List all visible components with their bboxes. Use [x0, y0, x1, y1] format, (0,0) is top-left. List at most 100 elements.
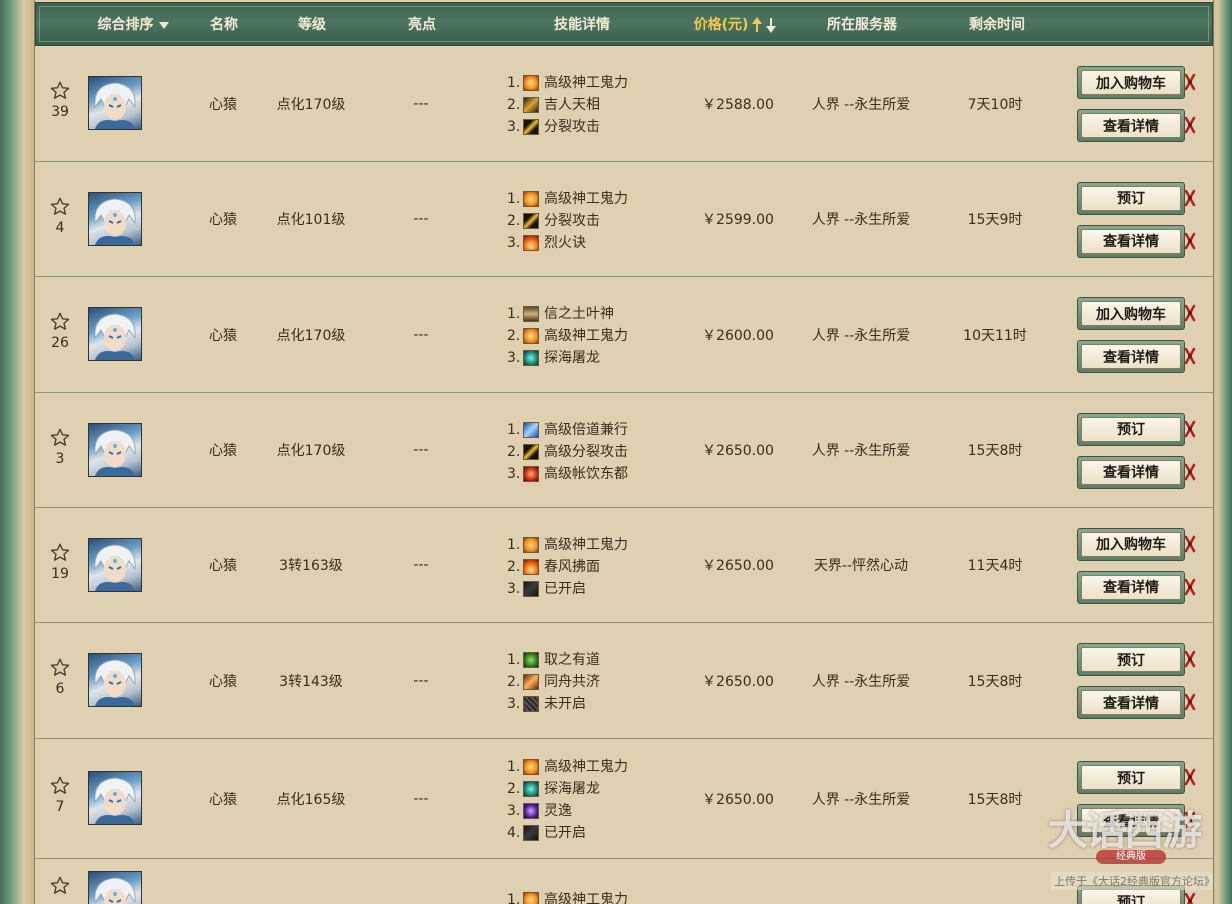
reserve-button[interactable]: 预订: [1077, 761, 1196, 794]
time-header: 剩余时间: [969, 17, 1025, 33]
skill-item[interactable]: 3. 烈火诀: [507, 232, 687, 254]
skill-item[interactable]: 2. 同舟共济: [507, 671, 687, 693]
table-row: 39 心猿 点化170级 --- 1. 高级神工鬼力 2. 吉人天相 3. 分裂攻击 ￥2588.0…: [35, 46, 1213, 162]
star-icon[interactable]: [45, 542, 75, 564]
skill-list: 1. 高级神工鬼力: [507, 889, 687, 904]
skill-item[interactable]: 1. 高级倍道兼行: [507, 419, 687, 441]
sort-descending-icon[interactable]: [766, 17, 777, 33]
skill-item[interactable]: 1. 信之土叶神: [507, 303, 687, 325]
character-avatar[interactable]: [88, 422, 142, 477]
reserve-button[interactable]: 预订: [1077, 643, 1196, 676]
star-icon[interactable]: [45, 80, 75, 102]
character-name: [193, 859, 253, 904]
skill-item[interactable]: 1. 高级神工鬼力: [507, 889, 687, 904]
skill-item[interactable]: 1. 高级神工鬼力: [507, 534, 687, 556]
skill-item[interactable]: 3. 高级帐饮东都: [507, 463, 687, 485]
red-tassel-icon: [1184, 189, 1196, 207]
star-icon[interactable]: [45, 875, 75, 897]
view-details-button[interactable]: 查看详情: [1077, 804, 1196, 837]
reserve-button[interactable]: 预订: [1077, 885, 1196, 904]
favorite-toggle[interactable]: 39: [45, 80, 75, 120]
skill-number: 2.: [507, 781, 521, 797]
skill-item[interactable]: 2. 分裂攻击: [507, 210, 687, 232]
price-sort-header[interactable]: 价格(元): [680, 3, 790, 47]
add-to-cart-button[interactable]: 加入购物车: [1077, 527, 1196, 561]
star-icon[interactable]: [45, 657, 75, 679]
favorite-toggle[interactable]: 7: [45, 775, 75, 815]
favorite-toggle[interactable]: 26: [45, 311, 75, 351]
skill-item[interactable]: 2. 高级神工鬼力: [507, 325, 687, 347]
favorite-toggle[interactable]: 6: [45, 657, 75, 697]
view-details-button[interactable]: 查看详情: [1077, 340, 1196, 373]
favorite-toggle[interactable]: 3: [45, 427, 75, 467]
add-to-cart-button[interactable]: 加入购物车: [1077, 297, 1196, 330]
dark-slot-icon: [523, 825, 539, 841]
character-avatar[interactable]: [88, 653, 142, 707]
view-details-button[interactable]: 查看详情: [1077, 109, 1196, 142]
red-tassel-icon: [1184, 693, 1196, 711]
earth-figure-icon: [523, 306, 539, 322]
sort-composite-header[interactable]: 综合排序: [78, 3, 188, 47]
character-avatar[interactable]: [88, 307, 142, 361]
character-avatar[interactable]: [88, 537, 142, 592]
reserve-button[interactable]: 预订: [1077, 412, 1196, 446]
price-value: ￥2588.00: [702, 96, 774, 113]
skill-item[interactable]: 3. 灵逸: [507, 800, 687, 822]
skill-item[interactable]: 3. 探海屠龙: [507, 347, 687, 369]
star-icon[interactable]: [45, 196, 75, 218]
skill-item[interactable]: 1. 高级神工鬼力: [507, 72, 687, 94]
skill-item[interactable]: 1. 高级神工鬼力: [507, 188, 687, 210]
view-details-button[interactable]: 查看详情: [1077, 570, 1196, 604]
skill-list: 1. 高级神工鬼力 2. 分裂攻击 3. 烈火诀: [507, 188, 687, 254]
character-avatar[interactable]: [88, 871, 142, 904]
remaining-time: 11天4时: [967, 558, 1023, 574]
character-level: 3转143级: [279, 673, 343, 690]
favorite-toggle[interactable]: 4: [45, 196, 75, 236]
favorite-toggle[interactable]: [45, 875, 75, 899]
skill-number: 1.: [507, 536, 521, 553]
character-avatar[interactable]: [88, 771, 142, 825]
star-icon[interactable]: [45, 775, 75, 797]
server-name: 人界 --永生所爱: [811, 212, 911, 228]
add-to-cart-button-label: 加入购物车: [1081, 70, 1181, 95]
add-to-cart-button[interactable]: 加入购物车: [1077, 66, 1196, 99]
gold-figure-icon: [523, 97, 539, 113]
skill-item[interactable]: 4. 已开启: [507, 822, 687, 844]
skill-item[interactable]: 3. 分裂攻击: [507, 116, 687, 138]
red-tassel-icon: [1184, 116, 1196, 134]
star-icon[interactable]: [45, 311, 75, 333]
skill-number: 3.: [507, 465, 521, 482]
character-avatar[interactable]: [88, 191, 142, 246]
skill-item[interactable]: 2. 春风拂面: [507, 556, 687, 578]
orange-flame-icon: [523, 674, 539, 690]
red-tassel-icon: [1184, 650, 1196, 668]
skill-item[interactable]: 1. 高级神工鬼力: [507, 756, 687, 778]
skill-item[interactable]: 3. 未开启: [507, 693, 687, 715]
star-icon[interactable]: [45, 427, 75, 449]
skill-name: 信之土叶神: [544, 306, 614, 322]
reserve-button[interactable]: 预订: [1077, 181, 1196, 215]
red-tassel-icon: [1184, 420, 1196, 438]
character-avatar[interactable]: [88, 76, 142, 130]
view-details-button[interactable]: 查看详情: [1077, 224, 1196, 258]
skill-item[interactable]: 2. 吉人天相: [507, 94, 687, 116]
orange-swirl-icon: [523, 190, 539, 207]
table-row: 1. 高级神工鬼力 预订: [35, 859, 1213, 904]
skill-item[interactable]: 3. 已开启: [507, 578, 687, 600]
view-details-label: 查看详情: [1081, 808, 1181, 833]
view-details-button[interactable]: 查看详情: [1077, 686, 1196, 719]
skill-item[interactable]: 1. 取之有道: [507, 649, 687, 671]
highlight-value: ---: [413, 95, 429, 112]
listing-panel: 综合排序 名称 等级 亮点 技能详情 价格(元) 所在服务器 剩余时间 39 心猿…: [34, 0, 1214, 904]
skill-name: 取之有道: [544, 652, 600, 668]
red-tassel-icon: [1184, 304, 1196, 322]
view-details-button[interactable]: 查看详情: [1077, 455, 1196, 489]
sort-ascending-icon[interactable]: [752, 17, 763, 33]
favorite-toggle[interactable]: 19: [45, 542, 75, 582]
character-name: 心猿: [209, 791, 237, 808]
favorite-count: 6: [55, 681, 65, 697]
orange-swirl-icon: [523, 328, 539, 344]
skill-number: 2.: [507, 443, 521, 460]
skill-item[interactable]: 2. 高级分裂攻击: [507, 441, 687, 463]
skill-item[interactable]: 2. 探海屠龙: [507, 778, 687, 800]
